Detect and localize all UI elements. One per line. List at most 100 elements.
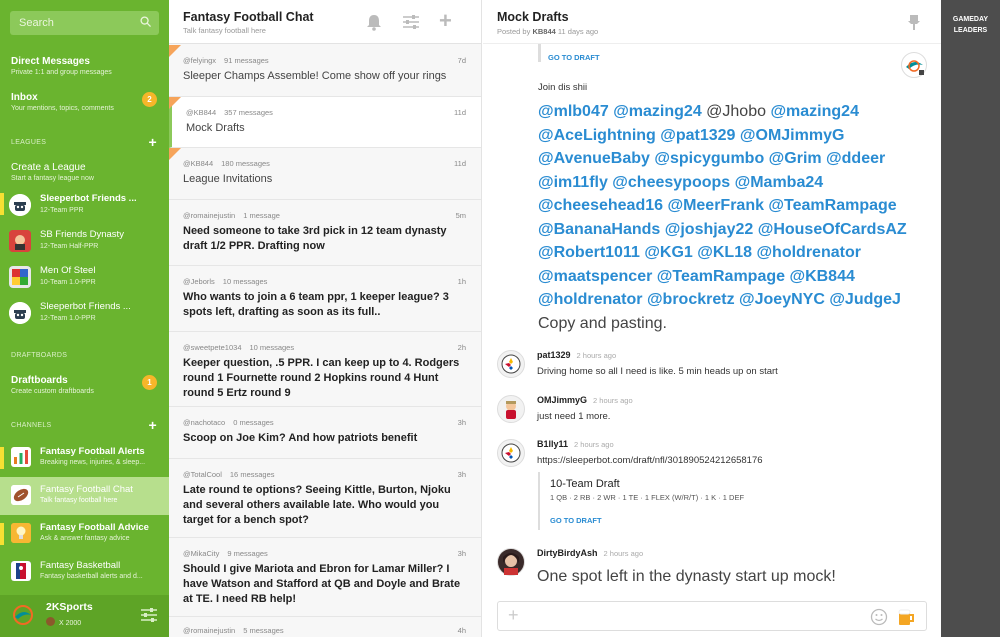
search-input[interactable]: Search [10,11,159,35]
mention-line: @im11fly @cheesypoops @Mamba24 [538,171,933,195]
gameday-leaders-panel[interactable]: GAMEDAY LEADERS [941,0,1000,637]
mention-link[interactable]: @AvenueBaby [538,150,650,167]
topic-count: 1 message [243,211,280,220]
add-league-icon[interactable]: + [149,134,157,150]
message-author: B1lly11 2 hours ago [537,439,614,449]
mention-link[interactable]: @TeamRampage [764,197,896,214]
emoji-icon[interactable] [870,608,888,626]
mention-link[interactable]: @Grim [764,150,822,167]
pin-topic-icon[interactable] [907,14,921,30]
mention-link[interactable]: @mazing24 [766,103,859,120]
topic-item[interactable]: @MikaCity 9 messages 3h Should I give Mar… [169,538,481,617]
mention-link[interactable]: @spicygumbo [650,150,764,167]
league-item[interactable]: Sleeperbot Friends ... 12-Team PPR [0,187,169,221]
draft-card[interactable]: 10-Team Draft 1 QB · 2 RB · 2 WR · 1 TE … [538,472,798,530]
mention-link[interactable]: @joshjay22 [660,221,754,238]
mention-link[interactable]: @maatspencer [538,268,652,285]
author-name[interactable]: OMJimmyG [537,395,587,405]
mention-text[interactable]: @AvenueBaby @spicygumbo @Grim @ddeer [538,150,885,167]
search-placeholder: Search [19,17,54,29]
message-composer[interactable]: + [497,601,927,631]
mention-text[interactable]: @AceLightning @pat1329 @OMJimmyG [538,127,844,144]
pin-icon [169,148,181,160]
mention-link[interactable]: @AceLightning [538,127,656,144]
mention-link[interactable]: @JoeyNYC [735,291,825,308]
add-channel-icon[interactable]: + [149,417,157,433]
beer-icon[interactable] [896,607,916,627]
mention-link[interactable]: @im11fly [538,174,608,191]
topic-meta: @KB844 357 messages [186,108,273,117]
mention-link[interactable]: @BananaHands [538,221,660,238]
mention-link[interactable]: @JudgeJ [825,291,901,308]
mention-link[interactable]: @holdrenator [538,291,643,308]
draftboards-label: DRAFTBOARDS [11,352,68,359]
league-item[interactable]: Sleeperbot Friends ... 12-Team 1.0-PPR [0,295,169,329]
settings-sliders-icon[interactable] [141,608,157,622]
topic-item[interactable]: @felyingx 91 messages 7d Sleeper Champs A… [169,45,481,97]
message-link[interactable]: https://sleeperbot.com/draft/nfl/3018905… [537,455,763,466]
channel-item[interactable]: Fantasy Football Advice Ask & answer fan… [0,515,169,553]
topic-time: 3h [457,549,466,558]
mention-text[interactable]: @cheesehead16 @MeerFrank @TeamRampage [538,197,897,214]
topic-item[interactable]: @Jeborls 10 messages 1h Who wants to join… [169,266,481,332]
draftboards-item[interactable]: Draftboards Create custom draftboards 1 [0,375,169,399]
direct-messages-item[interactable]: Direct Messages Private 1:1 and group me… [0,56,169,76]
mention-link[interactable]: @mlb047 [538,103,609,120]
topic-time: 11d [454,159,466,168]
mention-text[interactable]: @holdrenator @brockretz @JoeyNYC @JudgeJ [538,291,901,308]
mention-link[interactable]: @pat1329 [656,127,735,144]
mention-link[interactable]: @cheesehead16 [538,197,663,214]
mention-link[interactable]: @mazing24 [609,103,702,120]
filter-sliders-icon[interactable] [402,13,420,31]
mention-text[interactable]: @maatspencer @TeamRampage @KB844 [538,268,855,285]
mention-link[interactable]: @Robert1011 [538,244,640,261]
league-title: Sleeperbot Friends ... [40,301,131,312]
mention-text[interactable]: @BananaHands @joshjay22 @HouseOfCardsAZ [538,221,907,238]
topic-item[interactable]: @nachotaco 0 messages 3h Scoop on Joe Kim… [169,407,481,459]
mention-link[interactable]: @holdrenator [752,244,861,261]
topic-item[interactable]: @romainejustin 5 messages 4h [169,617,481,637]
author-name[interactable]: B1lly11 [537,439,568,449]
mention-link[interactable]: @Mamba24 [730,174,824,191]
mention-link[interactable]: @brockretz [643,291,735,308]
go-to-draft-link[interactable]: GO TO DRAFT [548,53,600,62]
author-name[interactable]: DirtyBirdyAsh [537,548,598,558]
author-name[interactable]: pat1329 [537,350,571,360]
mention-link[interactable]: @MeerFrank [663,197,764,214]
mention-text[interactable]: @Robert1011 @KG1 @KL18 @holdrenator [538,244,861,261]
message-text: just need 1 more. [537,411,611,422]
mention-link[interactable]: @KL18 [693,244,752,261]
topic-item[interactable]: @sweetpete1034 10 messages 2h Keeper ques… [169,332,481,407]
channel-item-active[interactable]: Fantasy Football Chat Talk fantasy footb… [0,477,169,515]
draftboards-title: Draftboards [11,375,68,386]
topic-item[interactable]: @KB844 180 messages 11d League Invitation… [169,148,481,200]
go-to-draft-link[interactable]: GO TO DRAFT [550,516,798,525]
mention-link[interactable]: @TeamRampage [652,268,785,285]
topic-item[interactable]: @TotalCool 16 messages 3h Late round te o… [169,459,481,538]
channel-sub: Fantasy basketball alerts and d... [40,573,143,580]
bell-icon[interactable] [365,13,383,31]
create-league-item[interactable]: Create a League Start a fantasy league n… [0,162,169,182]
mention-link[interactable]: @KB844 [785,268,854,285]
new-topic-plus-icon[interactable]: + [439,8,457,33]
league-item[interactable]: SB Friends Dynasty 12-Team Half-PPR [0,223,169,257]
channel-item[interactable]: Fantasy Basketball Fantasy basketball al… [0,553,169,591]
mention-text[interactable]: @mlb047 @mazing24 @Jhobo @mazing24 [538,103,859,120]
channel-sub: Talk fantasy football here [40,497,118,504]
league-item[interactable]: Men Of Steel 10-Team 1.0-PPR [0,259,169,293]
user-bar[interactable]: 2KSports X 2000 [0,595,169,637]
topic-item[interactable]: @romainejustin 1 message 5m Need someone … [169,200,481,266]
mention-link[interactable]: @HouseOfCardsAZ [753,221,907,238]
mention-text[interactable]: @im11fly @cheesypoops @Mamba24 [538,174,823,191]
channel-item[interactable]: Fantasy Football Alerts Breaking news, i… [0,439,169,477]
mention-link[interactable]: @KG1 [640,244,693,261]
mention-link[interactable]: @OMJimmyG [735,127,845,144]
inbox-item[interactable]: Inbox Your mentions, topics, comments 2 [0,92,169,120]
attach-plus-icon[interactable]: + [508,605,519,626]
mention-link[interactable]: @cheesypoops [608,174,730,191]
mention-link[interactable]: @Jhobo [702,103,766,120]
steelers-avatar [497,350,525,378]
topic-time: 7d [457,56,466,65]
topic-item-selected[interactable]: @KB844 357 messages 11d Mock Drafts [169,97,481,148]
mention-link[interactable]: @ddeer [822,150,885,167]
